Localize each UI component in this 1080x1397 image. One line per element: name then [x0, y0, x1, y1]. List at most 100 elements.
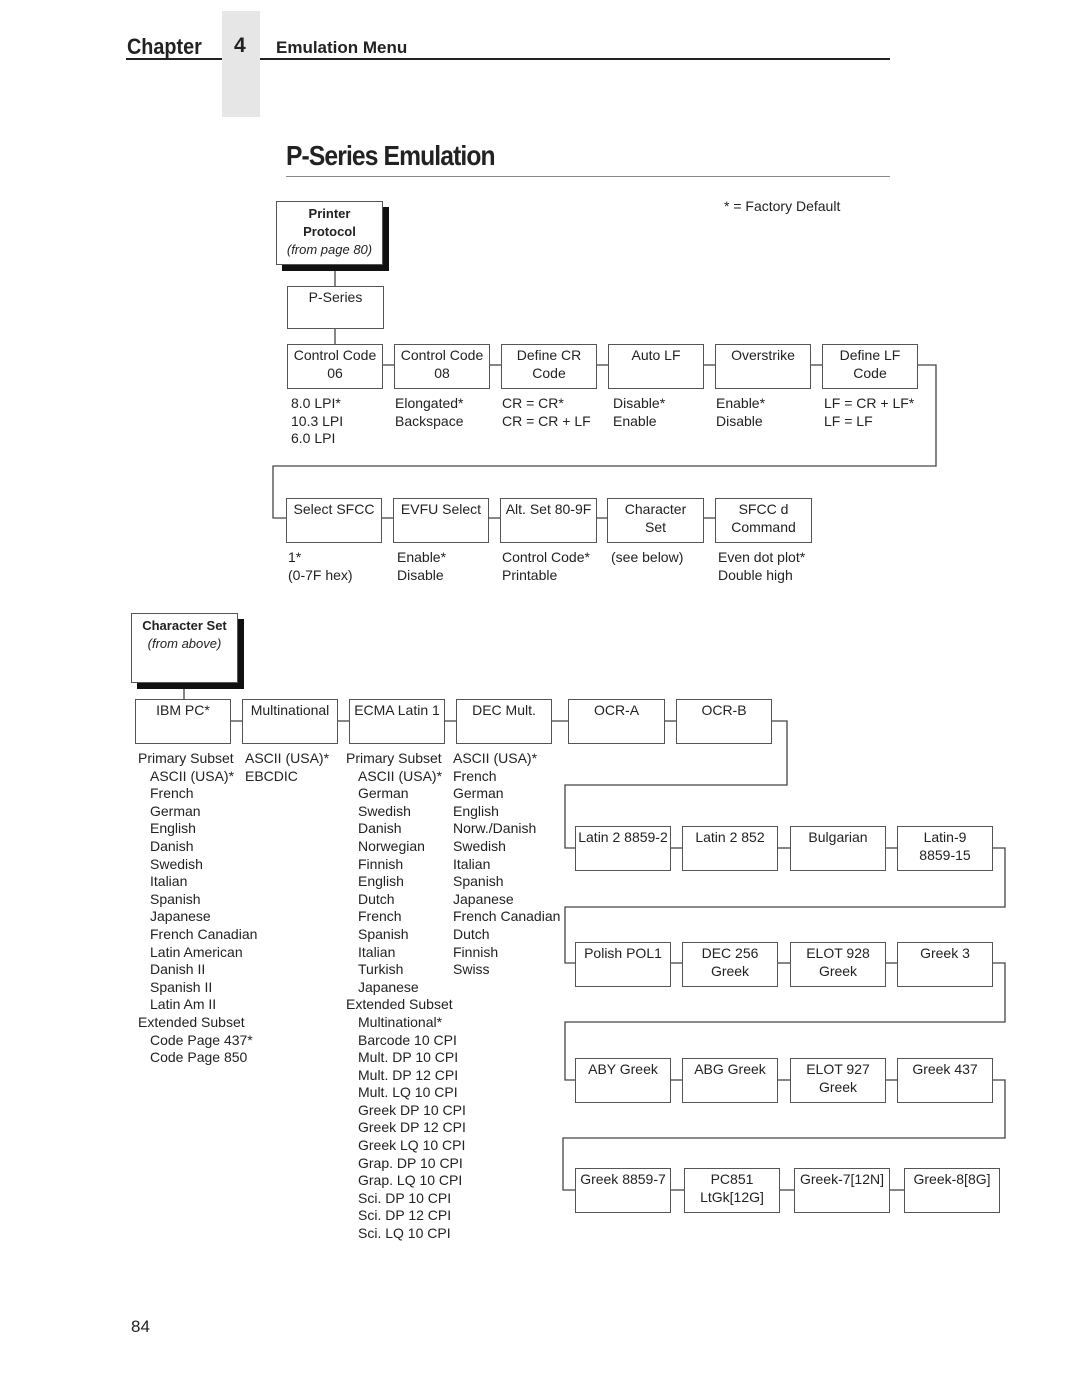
option: Control Code* [502, 549, 590, 565]
charset-box-ocr-b: OCR-B [676, 699, 772, 744]
option: Swiss [453, 961, 490, 978]
option: Disable [716, 412, 763, 429]
options-define-cr-code: CR = CR* CR = CR + LF [502, 395, 591, 430]
printer-protocol-title: Protocol [303, 224, 356, 239]
option: (0-7F hex) [288, 566, 353, 583]
option: French Canadian [150, 925, 258, 942]
option: ASCII (USA)* [358, 767, 443, 784]
option: Spanish II [150, 978, 213, 995]
option: Italian [453, 855, 491, 872]
menu-box-control-code-06: Control Code 06 [287, 344, 383, 389]
box-label: LtGk[12G] [700, 1189, 764, 1205]
charset-box-greek-8-8g-: Greek-8[8G] [904, 1168, 1000, 1213]
box-label: OCR-B [701, 702, 747, 718]
option: Sci. DP 12 CPI [358, 1207, 452, 1224]
menu-box-define-cr-code: Define CR Code [501, 344, 597, 389]
option: Even dot plot* [718, 549, 806, 565]
pseries-box: P-Series [287, 286, 384, 329]
option: Mult. DP 10 CPI [358, 1049, 459, 1066]
option: (see below) [611, 549, 684, 565]
printer-protocol-ref: (from page 80) [286, 242, 373, 257]
box-label: Latin 2 852 [695, 829, 765, 845]
menu-box-alt-set: Alt. Set 80-9F [500, 498, 597, 543]
menu-box-evfu-select: EVFU Select [393, 498, 489, 543]
options-overstrike: Enable* Disable [716, 395, 765, 430]
option: Greek LQ 10 CPI [358, 1137, 466, 1154]
option: Primary Subset [138, 750, 234, 766]
option: Barcode 10 CPI [358, 1031, 457, 1048]
option: Enable* [716, 395, 766, 411]
option: Danish [150, 837, 194, 854]
option: Japanese [358, 978, 419, 995]
charset-box-polish-pol1: Polish POL1 [575, 942, 671, 987]
options-ibm-pc: Primary Subset ASCII (USA)* French German En… [138, 750, 257, 1067]
options-multinational: ASCII (USA)* EBCDIC [245, 750, 329, 785]
option: Code Page 850 [150, 1049, 248, 1066]
option: Japanese [150, 908, 211, 925]
menu-box-overstrike: Overstrike [715, 344, 811, 389]
menu-box-define-lf-code: Define LF Code [822, 344, 918, 389]
box-label: Latin-9 [923, 829, 967, 845]
box-label: 8859-15 [919, 847, 971, 863]
box-label: Overstrike [731, 347, 795, 363]
option: German [358, 785, 409, 802]
charset-box-greek-3: Greek 3 [897, 942, 993, 987]
charset-box-aby-greek: ABY Greek [575, 1058, 671, 1103]
option: Spanish [150, 890, 201, 907]
option: Sci. LQ 10 CPI [358, 1225, 451, 1242]
box-label: IBM PC* [156, 702, 210, 718]
box-label: Multinational [250, 702, 330, 718]
option: German [150, 802, 201, 819]
option: 8.0 LPI* [291, 395, 341, 411]
option: English [358, 873, 404, 890]
option: Turkish [358, 961, 404, 978]
menu-box-character-set: Character Set [607, 498, 704, 543]
option: Danish [358, 820, 402, 837]
box-label: Greek 3 [920, 945, 970, 961]
option: LF = CR + LF* [824, 395, 915, 411]
option: French [453, 767, 497, 784]
printer-protocol-box: Printer Protocol (from page 80) [276, 201, 383, 265]
box-label: Code [853, 365, 887, 381]
options-alt-set: Control Code* Printable [502, 549, 590, 584]
box-label: ABY Greek [588, 1061, 658, 1077]
option: Elongated* [395, 395, 464, 411]
option: Mult. LQ 10 CPI [358, 1084, 458, 1101]
box-label: 08 [434, 365, 450, 381]
charset-box-dec-256: DEC 256 Greek [682, 942, 778, 987]
box-label: ELOT 928 [806, 945, 870, 961]
option: Swedish [150, 855, 203, 872]
charset-box-abg-greek: ABG Greek [682, 1058, 778, 1103]
menu-box-select-sfcc: Select SFCC [286, 498, 382, 543]
option: Printable [502, 566, 558, 583]
charset-box-greek-437: Greek 437 [897, 1058, 993, 1103]
box-label: EVFU Select [400, 501, 482, 517]
option: 10.3 LPI [291, 412, 344, 429]
option: CR = CR + LF [502, 412, 591, 429]
page-number: 84 [131, 1317, 150, 1336]
options-control-code-06: 8.0 LPI* 10.3 LPI 6.0 LPI [291, 395, 343, 448]
box-label: Greek-7[12N] [799, 1171, 885, 1187]
options-evfu-select: Enable* Disable [397, 549, 446, 584]
menu-box-control-code-08: Control Code 08 [394, 344, 490, 389]
printer-protocol-title: Printer [308, 206, 351, 221]
charset-box-latin-9: Latin-9 8859-15 [897, 826, 993, 871]
option: English [453, 802, 499, 819]
option: LF = LF [824, 412, 873, 429]
option: Finnish [358, 855, 404, 872]
box-label: Alt. Set 80-9F [505, 501, 592, 517]
option: EBCDIC [245, 767, 298, 784]
option: Backspace [395, 412, 464, 429]
charset-box-bulgarian: Bulgarian [790, 826, 886, 871]
options-auto-lf: Disable* Enable [613, 395, 665, 430]
box-label: Greek 8859-7 [580, 1171, 666, 1187]
option: 6.0 LPI [291, 430, 336, 447]
option: Grap. LQ 10 CPI [358, 1172, 463, 1189]
menu-box-auto-lf: Auto LF [608, 344, 704, 389]
charset-box-greek-8859-7: Greek 8859-7 [575, 1168, 671, 1213]
box-label: Character [624, 501, 687, 517]
box-label: Greek [710, 963, 750, 979]
option: CR = CR* [502, 395, 564, 411]
box-label: ABG Greek [694, 1061, 766, 1077]
box-label: SFCC d [738, 501, 789, 517]
